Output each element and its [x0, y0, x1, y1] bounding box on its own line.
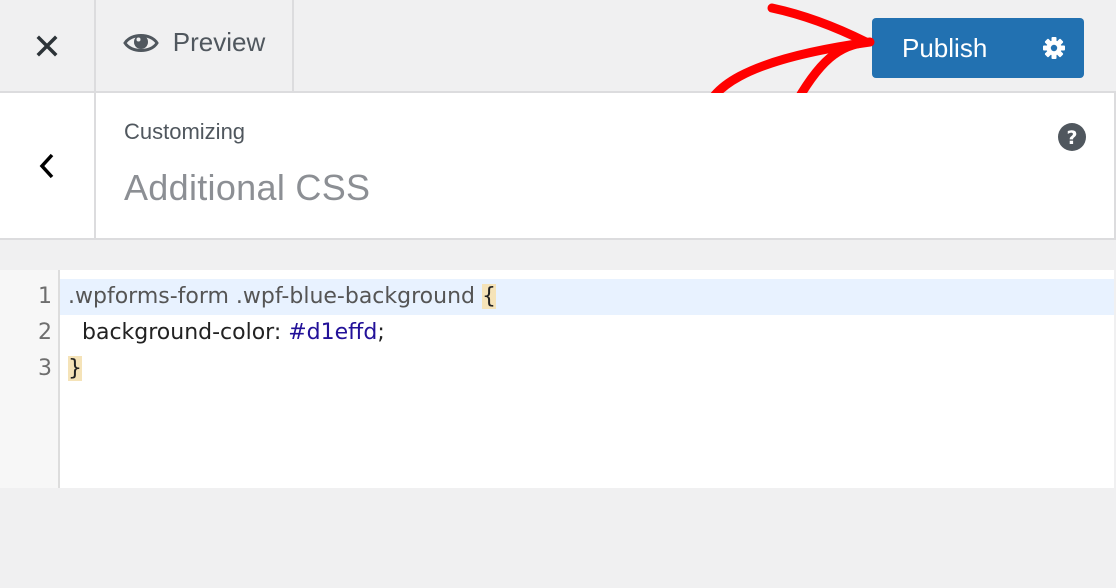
back-button[interactable]: [0, 93, 96, 238]
code-line[interactable]: 2 background-color: #d1effd;: [0, 315, 1114, 351]
top-toolbar: Preview Publish: [0, 0, 1116, 93]
css-code-editor[interactable]: 1 .wpforms-form .wpf-blue-background { 2…: [0, 270, 1114, 488]
open-brace: {: [481, 284, 496, 309]
chevron-left-icon: [39, 153, 54, 178]
publish-label: Publish: [902, 32, 988, 63]
eye-icon: [122, 33, 159, 52]
code-line[interactable]: 1 .wpforms-form .wpf-blue-background {: [0, 279, 1114, 315]
close-icon: [36, 35, 58, 56]
line-number: 1: [38, 284, 52, 309]
css-selector: .wpforms-form .wpf-blue-background: [68, 284, 482, 309]
semicolon: ;: [377, 320, 385, 345]
line-number: 3: [38, 356, 52, 381]
gear-icon[interactable]: [1042, 36, 1066, 60]
svg-text:?: ?: [1066, 127, 1077, 149]
page-title: Additional CSS: [124, 167, 371, 208]
help-icon[interactable]: ?: [1058, 123, 1086, 151]
preview-button[interactable]: Preview: [96, 0, 294, 91]
preview-label: Preview: [172, 27, 266, 57]
section-header: Customizing Additional CSS ?: [0, 93, 1116, 240]
breadcrumb: Customizing: [124, 119, 246, 144]
close-brace: }: [68, 356, 82, 381]
close-button[interactable]: [0, 0, 96, 91]
publish-button[interactable]: Publish: [872, 18, 1084, 78]
css-property: background-color:: [82, 320, 289, 345]
css-value: #d1effd: [288, 320, 378, 345]
code-line[interactable]: 3 }: [0, 351, 1114, 387]
line-number: 2: [38, 320, 52, 345]
